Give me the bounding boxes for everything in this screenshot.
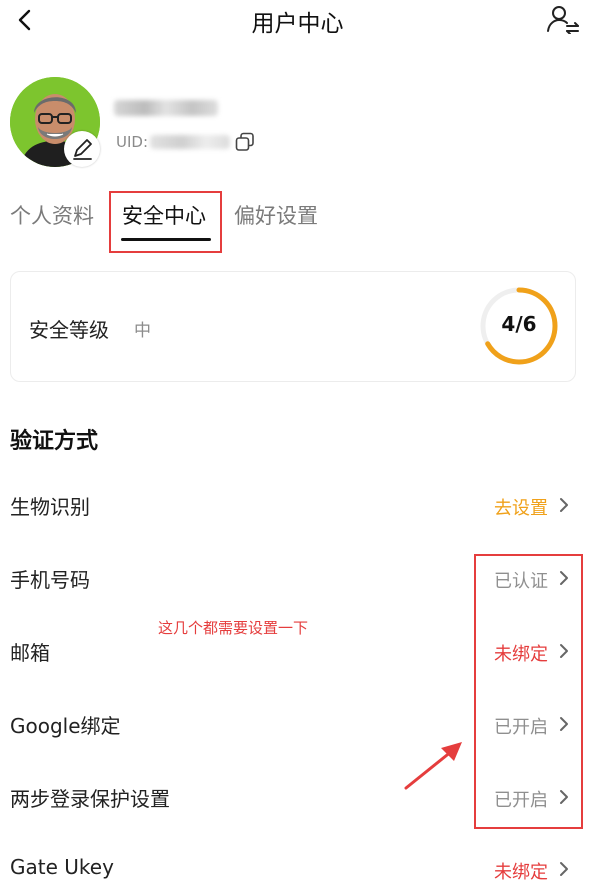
chevron-right-icon <box>560 862 568 876</box>
tab-profile[interactable]: 个人资料 <box>10 200 94 230</box>
row-phone-label[interactable]: 手机号码 <box>10 564 90 593</box>
uid-label: UID: <box>116 133 149 151</box>
highlight-box-statuses <box>474 554 583 829</box>
row-google-label[interactable]: Google绑定 <box>10 710 121 739</box>
uid-value-redacted <box>150 135 230 149</box>
security-level-value: 中 <box>134 321 151 341</box>
username-redacted <box>114 100 218 116</box>
row-2fa-label[interactable]: 两步登录保护设置 <box>10 783 170 812</box>
page-title: 用户中心 <box>251 11 344 37</box>
security-score-text: 4/6 <box>501 312 537 336</box>
row-biometric-label[interactable]: 生物识别 <box>10 491 90 520</box>
copy-icon[interactable] <box>235 132 255 152</box>
verification-section-title: 验证方式 <box>10 429 99 454</box>
highlight-box-security-tab <box>109 191 222 253</box>
pencil-icon <box>73 139 92 160</box>
security-level-label: 安全等级 <box>29 318 109 342</box>
tab-preferences[interactable]: 偏好设置 <box>234 200 318 230</box>
annotation-note: 这几个都需要设置一下 <box>158 619 309 637</box>
row-email-label[interactable]: 邮箱 <box>10 637 50 666</box>
row-ukey-label[interactable]: Gate Ukey <box>10 855 114 879</box>
user-switch-icon[interactable] <box>546 4 580 34</box>
row-biometric-status[interactable]: 去设置 <box>438 494 548 520</box>
chevron-right-icon <box>560 498 568 512</box>
row-ukey-status[interactable]: 未绑定 <box>438 858 548 884</box>
edit-avatar-button[interactable] <box>64 131 100 167</box>
annotation-arrow-icon <box>404 742 462 790</box>
